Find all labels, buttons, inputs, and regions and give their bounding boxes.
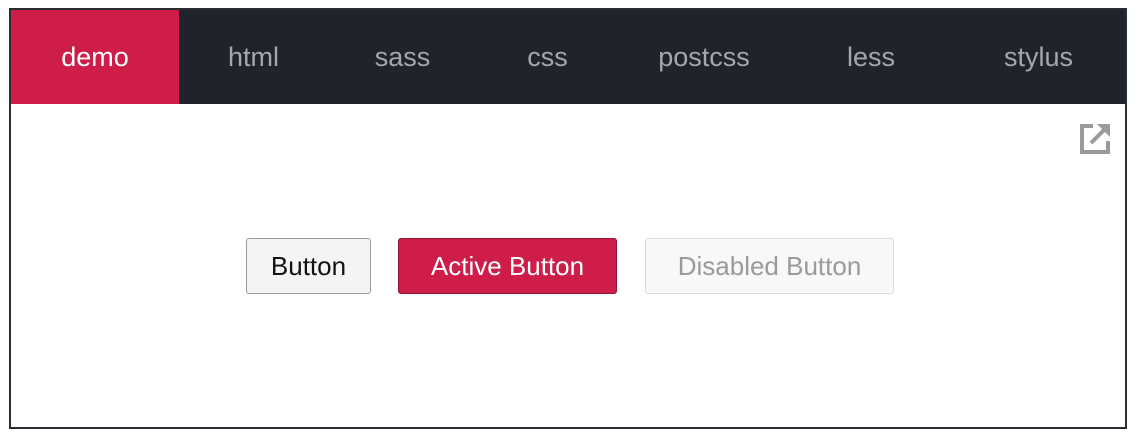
tab-demo[interactable]: demo <box>11 10 179 104</box>
demo-preview: Button Active Button Disabled Button <box>11 104 1125 427</box>
button-row: Button Active Button Disabled Button <box>11 238 1125 296</box>
active-button[interactable]: Active Button <box>398 238 617 294</box>
disabled-button: Disabled Button <box>645 238 894 294</box>
tab-postcss[interactable]: postcss <box>618 10 790 104</box>
open-in-new-window-icon[interactable] <box>1077 121 1113 157</box>
tab-bar: demo html sass css postcss less stylus <box>11 10 1125 104</box>
tab-sass[interactable]: sass <box>328 10 477 104</box>
default-button[interactable]: Button <box>246 238 371 294</box>
tab-css[interactable]: css <box>477 10 618 104</box>
tab-html[interactable]: html <box>179 10 328 104</box>
demo-frame: demo html sass css postcss less stylus B… <box>9 8 1127 429</box>
tab-stylus[interactable]: stylus <box>952 10 1125 104</box>
tab-less[interactable]: less <box>790 10 952 104</box>
